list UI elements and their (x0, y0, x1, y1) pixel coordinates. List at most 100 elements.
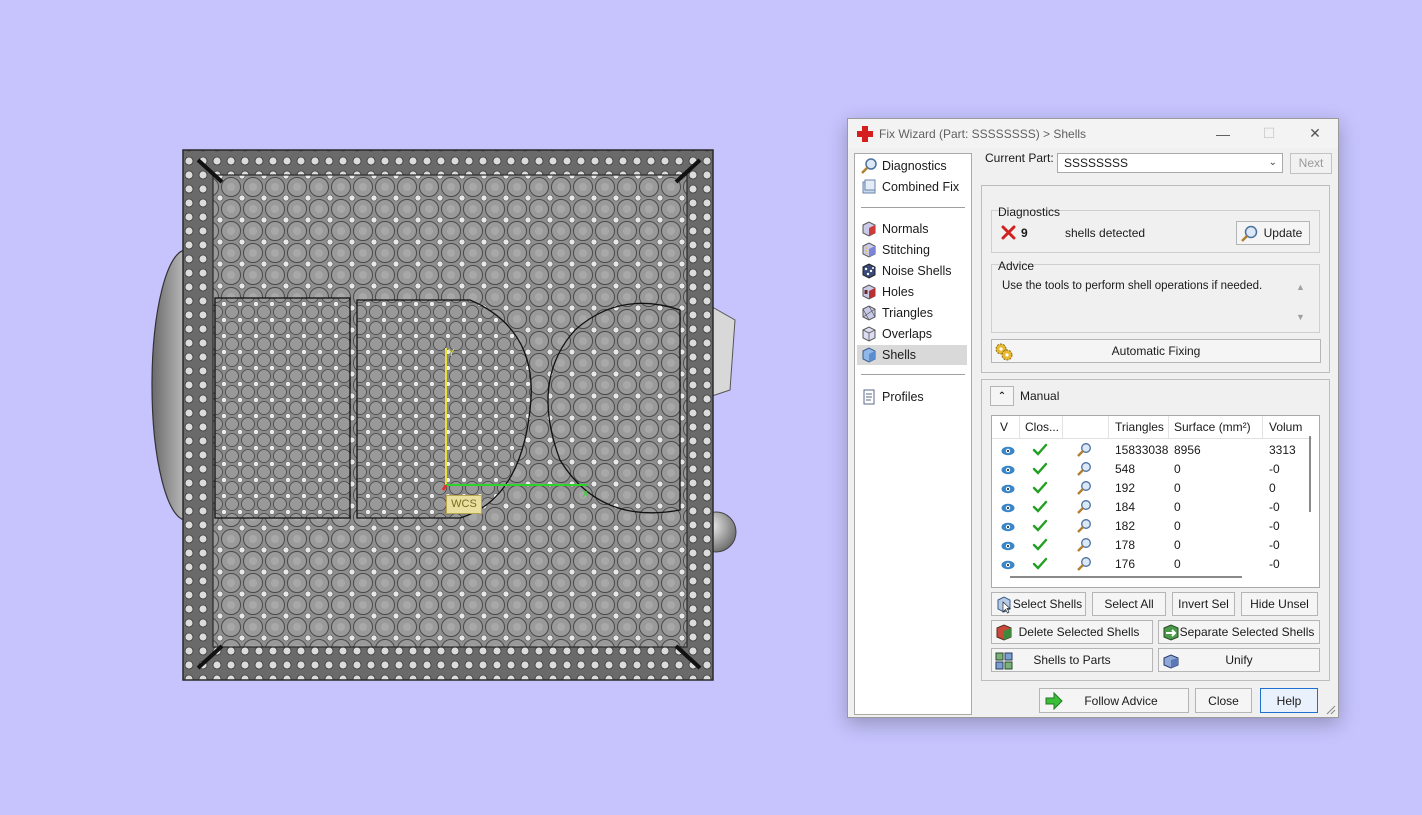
invert-sel-label: Invert Sel (1178, 597, 1229, 611)
wcs-label: WCS (446, 495, 482, 514)
select-all-button[interactable]: Select All (1092, 592, 1166, 616)
resize-grip-icon[interactable] (1326, 705, 1336, 715)
volume-cell: -0 (1269, 500, 1280, 514)
table-row[interactable]: 176 0 -0 (992, 555, 1312, 574)
table-row[interactable]: 548 0 -0 (992, 460, 1312, 479)
column-header-visible[interactable]: V (1000, 420, 1008, 434)
nav-label: Combined Fix (882, 180, 960, 194)
nav-divider (861, 374, 965, 375)
column-divider (1019, 416, 1020, 438)
column-header-triangles[interactable]: Triangles (1115, 420, 1164, 434)
nav-label: Normals (882, 222, 929, 236)
column-header-closed[interactable]: Clos... (1025, 420, 1059, 434)
hide-unsel-label: Hide Unsel (1250, 597, 1309, 611)
window-title: Fix Wizard (Part: SSSSSSSS) > Shells (879, 126, 1087, 141)
stitching-cube-icon (862, 242, 876, 258)
close-window-button[interactable]: ✕ (1292, 119, 1338, 148)
column-header-surface[interactable]: Surface (mm²) (1174, 420, 1251, 434)
magnifier-icon[interactable] (1076, 480, 1092, 499)
automatic-fixing-button[interactable]: Automatic Fixing (991, 339, 1321, 363)
scroll-down-arrow-icon[interactable]: ▼ (1296, 312, 1305, 322)
eye-icon[interactable] (1001, 559, 1015, 573)
nav-item-holes[interactable]: Holes (857, 282, 967, 302)
current-part-value: SSSSSSSS (1064, 156, 1129, 170)
titlebar[interactable]: Fix Wizard (Part: SSSSSSSS) > Shells — ☐… (848, 119, 1338, 148)
volume-cell: 0 (1269, 481, 1276, 495)
help-button[interactable]: Help (1260, 688, 1318, 713)
magnifier-icon[interactable] (1076, 556, 1092, 575)
nav-item-stitching[interactable]: Stitching (857, 240, 967, 260)
minimize-button[interactable]: — (1200, 119, 1246, 148)
select-shells-button[interactable]: Select Shells (991, 592, 1086, 616)
table-header: V Clos... ⌃ Triangles Surface (mm²) Volu… (992, 416, 1312, 439)
magnifier-icon[interactable] (1076, 499, 1092, 518)
shells-to-parts-button[interactable]: Shells to Parts (991, 648, 1153, 672)
column-header-volume[interactable]: Volum (1269, 420, 1302, 434)
nav-item-normals[interactable]: Normals (857, 219, 967, 239)
part-model[interactable]: Y X (0, 0, 840, 815)
red-x-icon (1001, 225, 1016, 240)
magnifier-icon[interactable] (1076, 461, 1092, 480)
advice-group (991, 264, 1320, 333)
collapse-manual-button[interactable]: ⌃ (990, 386, 1014, 406)
table-row[interactable]: 192 0 0 (992, 479, 1312, 498)
manual-group-label: Manual (1020, 389, 1060, 403)
magnifier-icon[interactable] (1076, 537, 1092, 556)
eye-icon[interactable] (1001, 483, 1015, 497)
shells-detected-text: shells detected (1065, 226, 1146, 240)
nav-item-shells[interactable]: Shells (857, 345, 967, 365)
separate-selected-shells-button[interactable]: Separate Selected Shells (1158, 620, 1320, 644)
3d-viewport[interactable]: Y X WCS (0, 0, 840, 815)
table-row[interactable]: 15833038 8956 3313 (992, 441, 1312, 460)
shells-to-parts-icon (995, 652, 1013, 670)
surface-cell: 0 (1174, 557, 1181, 571)
magnifier-icon[interactable] (1076, 518, 1092, 537)
triangles-cell: 548 (1115, 462, 1136, 476)
current-part-select[interactable]: SSSSSSSS ⌄ (1057, 153, 1283, 173)
eye-icon[interactable] (1001, 502, 1015, 516)
eye-icon[interactable] (1001, 464, 1015, 478)
triangles-cell: 184 (1115, 500, 1136, 514)
scroll-up-arrow-icon[interactable]: ▲ (1296, 282, 1305, 292)
eye-icon[interactable] (1001, 540, 1015, 554)
surface-cell: 8956 (1174, 443, 1201, 457)
svg-text:X: X (582, 489, 589, 500)
nav-item-overlaps[interactable]: Overlaps (857, 324, 967, 344)
table-row[interactable]: 182 0 -0 (992, 517, 1312, 536)
diagnostics-group-label: Diagnostics (998, 205, 1061, 219)
nav-item-triangles[interactable]: Triangles (857, 303, 967, 323)
delete-selected-shells-button[interactable]: Delete Selected Shells (991, 620, 1153, 644)
nav-label: Holes (882, 285, 914, 299)
shells-table[interactable]: V Clos... ⌃ Triangles Surface (mm²) Volu… (991, 415, 1320, 588)
nav-item-profiles[interactable]: Profiles (857, 387, 967, 407)
column-divider (1062, 416, 1063, 438)
nav-item-noise-shells[interactable]: Noise Shells (857, 261, 967, 281)
select-shells-label: Select Shells (1012, 597, 1083, 611)
eye-icon[interactable] (1001, 445, 1015, 459)
delete-shell-icon (996, 624, 1012, 641)
table-row[interactable]: 178 0 -0 (992, 536, 1312, 555)
horizontal-scrollbar[interactable] (1010, 576, 1242, 578)
invert-selection-button[interactable]: Invert Sel (1172, 592, 1235, 616)
nav-item-combined-fix[interactable]: Combined Fix (857, 177, 967, 197)
green-arrow-icon (1045, 691, 1063, 711)
eye-icon[interactable] (1001, 521, 1015, 535)
unify-button[interactable]: Unify (1158, 648, 1320, 672)
follow-advice-button[interactable]: Follow Advice (1039, 688, 1189, 713)
nav-label: Noise Shells (882, 264, 952, 278)
noise-shells-icon (862, 263, 876, 279)
automatic-fixing-label: Automatic Fixing (1111, 344, 1201, 358)
close-button[interactable]: Close (1195, 688, 1252, 713)
volume-cell: -0 (1269, 538, 1280, 552)
column-divider (1262, 416, 1263, 438)
triangles-cell: 176 (1115, 557, 1136, 571)
update-button[interactable]: Update (1236, 221, 1310, 245)
table-row[interactable]: 184 0 -0 (992, 498, 1312, 517)
vertical-scrollbar[interactable] (1309, 436, 1311, 512)
shells-cube-icon (862, 347, 876, 363)
hide-unselected-button[interactable]: Hide Unsel (1241, 592, 1318, 616)
nav-item-diagnostics[interactable]: Diagnostics (857, 156, 967, 176)
unify-icon (1163, 654, 1179, 669)
magnifier-icon[interactable] (1076, 442, 1092, 461)
close-label: Close (1208, 693, 1239, 708)
